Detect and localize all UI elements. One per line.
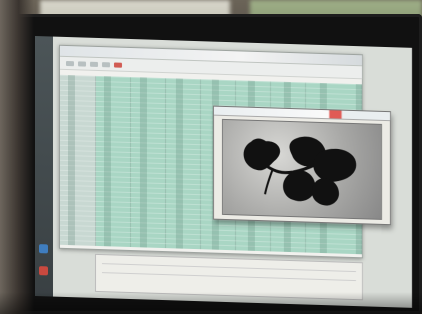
window-content-line — [102, 272, 356, 282]
spreadsheet-toolbar-icon[interactable] — [66, 60, 74, 66]
spreadsheet-toolbar-icon[interactable] — [78, 60, 86, 67]
monitor-screen — [35, 36, 412, 308]
leaf-silhouette — [243, 136, 357, 206]
spreadsheet-toolbar-icon[interactable] — [90, 61, 98, 67]
app-icon-blue[interactable] — [39, 244, 48, 254]
photo-scene — [0, 0, 422, 314]
bottom-shadow — [0, 292, 422, 314]
leaf-image-canvas — [222, 118, 382, 220]
spreadsheet-toolbar-icon[interactable] — [114, 61, 122, 68]
window-content-line — [102, 263, 356, 273]
computer-monitor — [8, 14, 422, 314]
app-icon-red[interactable] — [39, 266, 48, 276]
image-viewer-window[interactable] — [213, 105, 391, 226]
spreadsheet-toolbar-icon[interactable] — [102, 61, 110, 67]
taskbar — [35, 36, 53, 297]
left-room-reflection — [0, 0, 34, 314]
